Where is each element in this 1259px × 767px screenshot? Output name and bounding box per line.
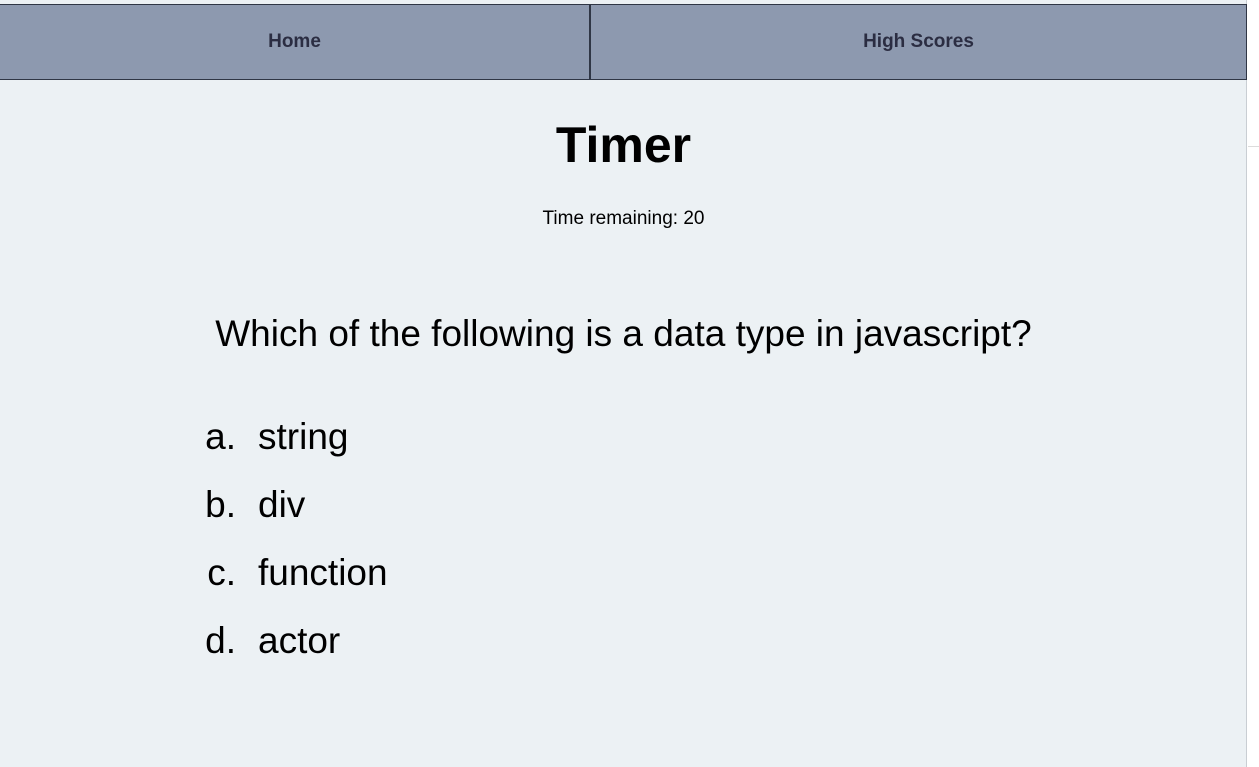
answer-option-a[interactable]: a. string [204, 416, 388, 484]
answer-text: div [258, 484, 306, 525]
answer-marker: a. [205, 416, 236, 457]
answer-marker: c. [207, 552, 236, 593]
top-navbar: Home High Scores [0, 4, 1247, 80]
answer-marker: b. [205, 484, 236, 525]
nav-high-scores-link[interactable]: High Scores [591, 5, 1246, 79]
question-text: Which of the following is a data type in… [215, 313, 1032, 354]
window-edge [1248, 0, 1259, 767]
answer-text: string [258, 416, 349, 457]
quiz-page: Home High Scores Timer Time remaining: 2… [0, 0, 1247, 767]
nav-home-link[interactable]: Home [0, 5, 591, 79]
answer-option-c[interactable]: c. function [204, 552, 388, 620]
answer-text: function [258, 552, 388, 593]
divider [1248, 146, 1259, 147]
answer-text: actor [258, 620, 341, 661]
answer-list: a. string b. div c. function d. actor [204, 416, 388, 688]
answer-option-b[interactable]: b. div [204, 484, 388, 552]
timer-title: Timer [555, 117, 692, 173]
answer-marker: d. [205, 620, 236, 661]
answer-option-d[interactable]: d. actor [204, 620, 388, 688]
time-remaining-text: Time remaining: 20 [542, 208, 705, 229]
